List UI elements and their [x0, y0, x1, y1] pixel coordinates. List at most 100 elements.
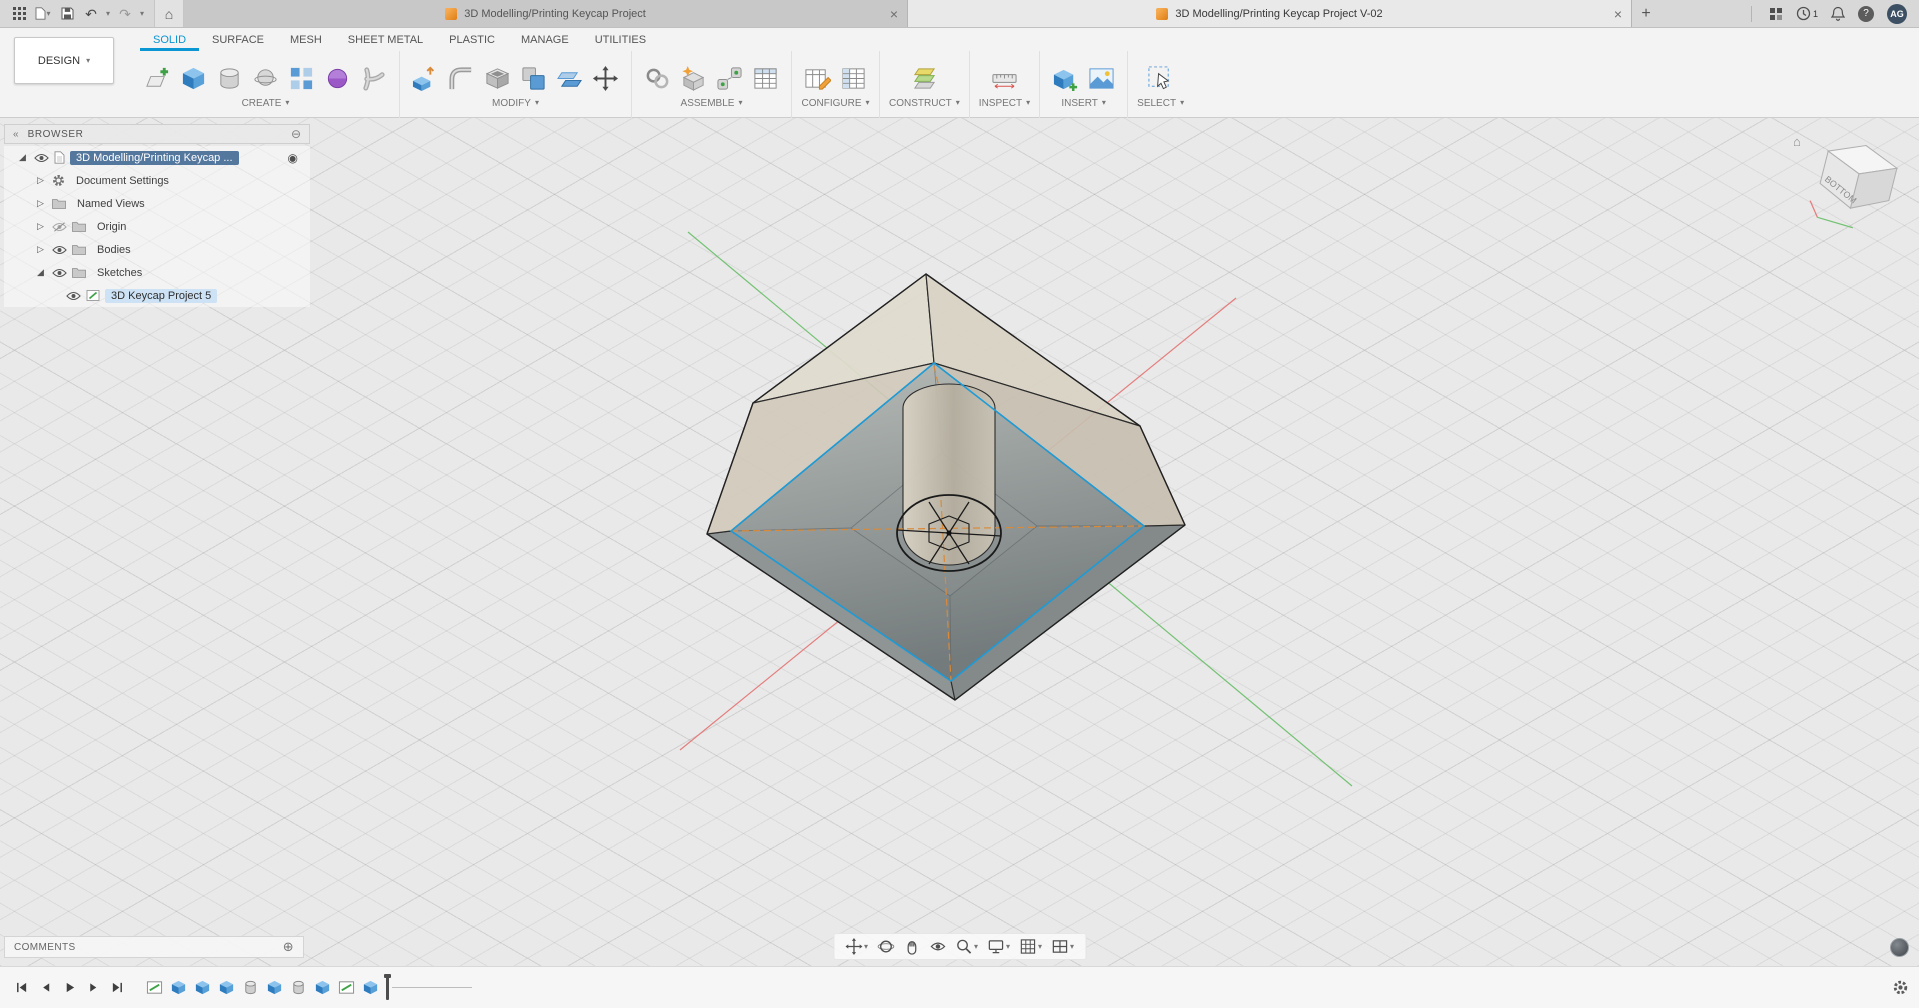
- add-comment-icon[interactable]: ⊕: [283, 939, 294, 955]
- expand-arrow-icon[interactable]: ▷: [34, 175, 47, 186]
- document-tab-inactive[interactable]: 3D Modelling/Printing Keycap Project ×: [184, 0, 908, 27]
- create-menu-button[interactable]: CREATE▾: [141, 98, 390, 109]
- configuration-table-button[interactable]: [837, 61, 870, 96]
- status-badge[interactable]: [1890, 938, 1909, 957]
- timeline-feature-extrude[interactable]: [216, 978, 236, 998]
- move-button[interactable]: [589, 61, 622, 96]
- extensions-icon[interactable]: [1769, 7, 1783, 21]
- tree-item-named-views[interactable]: ▷ Named Views: [4, 192, 310, 215]
- construction-plane-button[interactable]: [908, 61, 941, 96]
- tree-item-origin[interactable]: ▷ Origin: [4, 215, 310, 238]
- home-tab-button[interactable]: ⌂: [154, 0, 184, 27]
- orbit-button[interactable]: [877, 938, 894, 955]
- modify-menu-button[interactable]: MODIFY▾: [409, 98, 622, 109]
- tree-item-label[interactable]: Origin: [91, 220, 132, 234]
- app-grid-icon[interactable]: [10, 4, 28, 24]
- help-button[interactable]: ?: [1858, 6, 1874, 22]
- visibility-off-eye-icon[interactable]: [52, 222, 67, 232]
- sweep-button[interactable]: [249, 61, 282, 96]
- comments-bar[interactable]: COMMENTS ⊕: [4, 936, 304, 958]
- timeline-feature-sketch[interactable]: [336, 978, 356, 998]
- split-button[interactable]: [553, 61, 586, 96]
- redo-menu-icon[interactable]: ▾: [140, 10, 144, 18]
- extrude-button[interactable]: [177, 61, 210, 96]
- ribb-tab-solid[interactable]: SOLID: [140, 28, 199, 51]
- link-design-button[interactable]: [641, 61, 674, 96]
- tree-item-label[interactable]: 3D Keycap Project 5: [105, 289, 217, 303]
- tree-item-root[interactable]: ◢ 3D Modelling/Printing Keycap ... ◉: [4, 146, 310, 169]
- timeline-feature-sketch[interactable]: [144, 978, 164, 998]
- tree-item-label[interactable]: Document Settings: [70, 174, 175, 188]
- expand-arrow-icon[interactable]: ▷: [34, 221, 47, 232]
- pattern-button[interactable]: [285, 61, 318, 96]
- press-pull-button[interactable]: [409, 61, 442, 96]
- display-settings-button[interactable]: ▾: [987, 938, 1010, 955]
- keycap-model[interactable]: [707, 274, 1185, 700]
- ribbon-tab-mesh[interactable]: MESH: [277, 28, 335, 51]
- visibility-eye-icon[interactable]: [52, 245, 67, 255]
- file-menu-button[interactable]: ▾: [34, 4, 52, 24]
- close-tab-icon[interactable]: ×: [890, 6, 898, 22]
- fillet-button[interactable]: [445, 61, 478, 96]
- pan-button[interactable]: ▾: [845, 938, 868, 955]
- tree-item-label[interactable]: Bodies: [91, 243, 137, 257]
- collapse-panel-icon[interactable]: «: [13, 129, 19, 140]
- step-forward-button[interactable]: [82, 977, 104, 999]
- tree-item-sketch-keycap[interactable]: 3D Keycap Project 5: [4, 284, 310, 307]
- ribbon-tab-sheet-metal[interactable]: SHEET METAL: [335, 28, 436, 51]
- configure-button[interactable]: [801, 61, 834, 96]
- zoom-button[interactable]: ▾: [955, 938, 978, 955]
- play-button[interactable]: [58, 977, 80, 999]
- timeline-track[interactable]: [392, 987, 472, 988]
- new-tab-button[interactable]: +: [1632, 0, 1660, 27]
- step-back-button[interactable]: [34, 977, 56, 999]
- create-form-button[interactable]: [321, 61, 354, 96]
- insert-menu-button[interactable]: INSERT▾: [1049, 98, 1118, 109]
- create-sketch-button[interactable]: [141, 61, 174, 96]
- tree-item-sketches[interactable]: ◢ Sketches: [4, 261, 310, 284]
- expand-arrow-icon[interactable]: ◢: [16, 152, 29, 163]
- revolve-button[interactable]: [213, 61, 246, 96]
- pipe-button[interactable]: [357, 61, 390, 96]
- grid-settings-button[interactable]: ▾: [1019, 938, 1042, 955]
- activate-component-radio[interactable]: ◉: [288, 151, 298, 165]
- expand-arrow-icon[interactable]: ◢: [34, 267, 47, 278]
- undo-button[interactable]: ↶: [82, 4, 100, 24]
- close-tab-icon[interactable]: ×: [1614, 6, 1622, 22]
- viewcube-home-icon[interactable]: ⌂: [1793, 134, 1801, 149]
- viewcube[interactable]: ⌂ BOTTOM: [1807, 134, 1907, 234]
- timeline-playhead[interactable]: [386, 975, 389, 1000]
- timeline-settings-gear-icon[interactable]: [1892, 979, 1909, 996]
- visibility-eye-icon[interactable]: [52, 268, 67, 278]
- select-tool-button[interactable]: [1144, 61, 1177, 96]
- insert-derive-button[interactable]: [1049, 61, 1082, 96]
- tree-item-bodies[interactable]: ▷ Bodies: [4, 238, 310, 261]
- shell-button[interactable]: [481, 61, 514, 96]
- tree-item-label[interactable]: Sketches: [91, 266, 148, 280]
- insert-canvas-button[interactable]: [1085, 61, 1118, 96]
- job-status-icon[interactable]: 1: [1796, 6, 1818, 21]
- bom-table-button[interactable]: [749, 61, 782, 96]
- workspace-selector[interactable]: DESIGN ▾: [14, 37, 114, 84]
- combine-button[interactable]: [517, 61, 550, 96]
- ribbon-tab-manage[interactable]: MANAGE: [508, 28, 582, 51]
- document-tab-active[interactable]: 3D Modelling/Printing Keycap Project V-0…: [908, 0, 1632, 27]
- ribbon-tab-utilities[interactable]: UTILITIES: [582, 28, 659, 51]
- redo-button[interactable]: ↷: [116, 4, 134, 24]
- minimize-panel-icon[interactable]: ⊖: [291, 127, 301, 141]
- expand-arrow-icon[interactable]: ▷: [34, 198, 47, 209]
- expand-arrow-icon[interactable]: ▷: [34, 244, 47, 255]
- new-component-button[interactable]: [677, 61, 710, 96]
- pan-hand-button[interactable]: [903, 938, 920, 955]
- assemble-menu-button[interactable]: ASSEMBLE▾: [641, 98, 782, 109]
- tree-item-label[interactable]: 3D Modelling/Printing Keycap ...: [70, 151, 239, 165]
- user-avatar[interactable]: AG: [1887, 4, 1907, 24]
- visibility-eye-icon[interactable]: [34, 153, 49, 163]
- construct-menu-button[interactable]: CONSTRUCT▾: [889, 98, 960, 109]
- ribbon-tab-plastic[interactable]: PLASTIC: [436, 28, 508, 51]
- ribbon-tab-surface[interactable]: SURFACE: [199, 28, 277, 51]
- go-to-end-button[interactable]: [106, 977, 128, 999]
- inspect-menu-button[interactable]: INSPECT▾: [979, 98, 1030, 109]
- notifications-bell-icon[interactable]: [1831, 6, 1845, 21]
- configure-menu-button[interactable]: CONFIGURE▾: [801, 98, 870, 109]
